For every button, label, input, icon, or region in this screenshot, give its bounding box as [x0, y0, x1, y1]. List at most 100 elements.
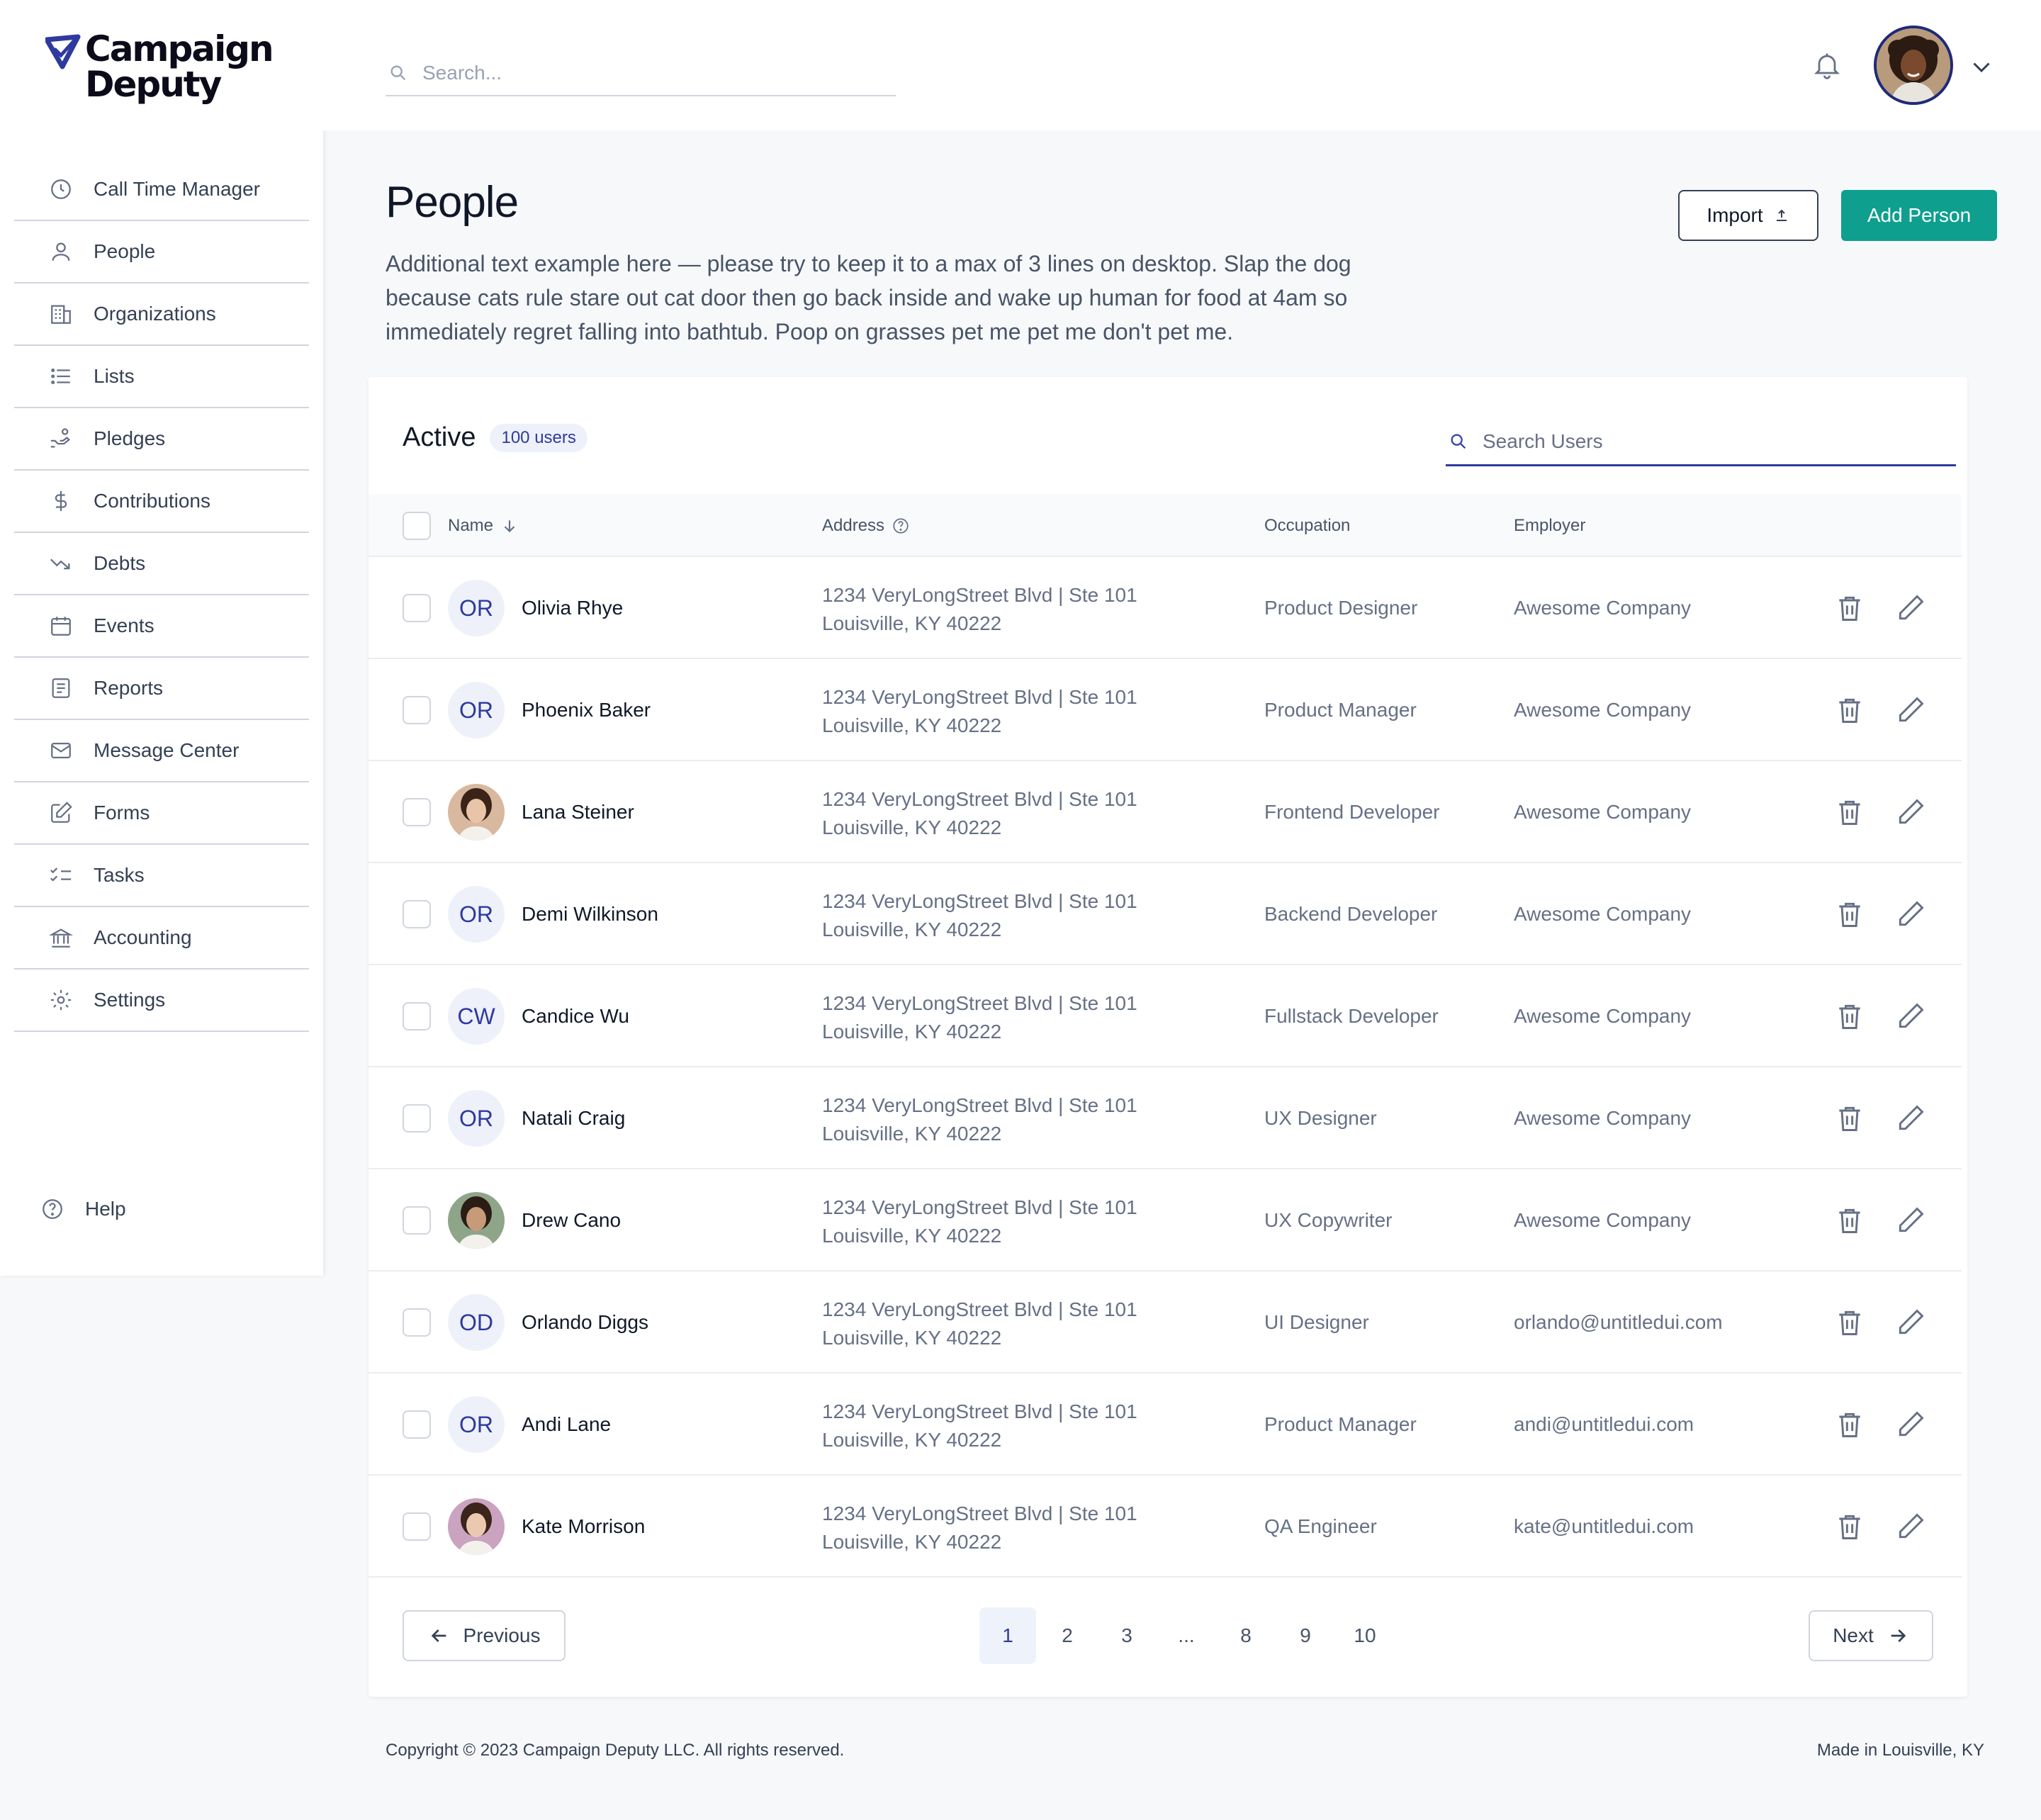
trash-icon[interactable]	[1834, 695, 1865, 726]
sidebar-item-forms[interactable]: Forms	[14, 782, 309, 845]
trash-icon[interactable]	[1834, 899, 1865, 930]
chevron-down-icon[interactable]	[1969, 54, 1994, 79]
add-person-button[interactable]: Add Person	[1841, 190, 1997, 241]
sidebar-item-organizations[interactable]: Organizations	[14, 283, 309, 346]
table-row[interactable]: OD Orlando Diggs 1234 VeryLongStreet Blv…	[369, 1271, 1962, 1374]
row-checkbox[interactable]	[403, 1308, 431, 1337]
page-number[interactable]: 3	[1098, 1607, 1155, 1664]
person-name[interactable]: Candice Wu	[522, 965, 629, 1067]
sidebar-item-accounting[interactable]: Accounting	[14, 907, 309, 970]
sidebar-item-lists[interactable]: Lists	[14, 346, 309, 408]
trash-icon[interactable]	[1834, 1511, 1865, 1542]
avatar-initials: OR	[459, 595, 493, 621]
sidebar-item-label: Debts	[94, 552, 146, 574]
pencil-icon[interactable]	[1895, 695, 1926, 726]
row-checkbox[interactable]	[403, 1104, 431, 1133]
trash-icon[interactable]	[1834, 592, 1865, 624]
table-row[interactable]: Drew Cano 1234 VeryLongStreet Blvd | Ste…	[369, 1169, 1962, 1271]
pencil-icon[interactable]	[1895, 797, 1926, 828]
sidebar-item-settings[interactable]: Settings	[14, 970, 309, 1032]
footer-made-in: Made in Louisville, KY	[1816, 1741, 1984, 1760]
person-name[interactable]: Olivia Rhye	[522, 557, 623, 659]
row-checkbox[interactable]	[403, 1206, 431, 1235]
table-row[interactable]: OR Phoenix Baker 1234 VeryLongStreet Blv…	[369, 659, 1962, 761]
column-header-name[interactable]: Name	[448, 495, 519, 557]
person-name[interactable]: Andi Lane	[522, 1374, 611, 1476]
next-button[interactable]: Next	[1809, 1610, 1933, 1661]
pencil-icon[interactable]	[1895, 1205, 1926, 1236]
person-name[interactable]: Demi Wilkinson	[522, 863, 658, 965]
table-column-headers: Name Address Occupation Employer	[369, 495, 1962, 557]
bell-icon[interactable]	[1811, 50, 1843, 81]
page-number[interactable]: 9	[1277, 1607, 1334, 1664]
trash-icon[interactable]	[1834, 797, 1865, 828]
row-checkbox[interactable]	[403, 696, 431, 724]
table-row[interactable]: OR Natali Craig 1234 VeryLongStreet Blvd…	[369, 1067, 1962, 1169]
row-checkbox[interactable]	[403, 1410, 431, 1439]
page-number[interactable]: 1	[979, 1607, 1036, 1664]
arrow-right-icon	[1891, 1629, 1906, 1642]
person-name[interactable]: Natali Craig	[522, 1067, 625, 1169]
sidebar-item-tasks[interactable]: Tasks	[14, 845, 309, 907]
pagination: Previous 1 2 3... 8 9 10 Next	[369, 1595, 1962, 1664]
user-search-input[interactable]	[1483, 429, 1936, 453]
sidebar-item-contributions[interactable]: Contributions	[14, 471, 309, 533]
person-name[interactable]: Phoenix Baker	[522, 659, 651, 761]
pencil-icon[interactable]	[1895, 899, 1926, 930]
table-body: OR Olivia Rhye 1234 VeryLongStreet Blvd …	[369, 557, 1962, 1578]
table-row[interactable]: OR Demi Wilkinson 1234 VeryLongStreet Bl…	[369, 863, 1962, 965]
row-checkbox[interactable]	[403, 900, 431, 928]
help-circle-icon[interactable]	[892, 517, 910, 535]
select-all-checkbox[interactable]	[403, 512, 431, 540]
table-row[interactable]: OR Andi Lane 1234 VeryLongStreet Blvd | …	[369, 1374, 1962, 1476]
trash-icon[interactable]	[1834, 1205, 1865, 1236]
sidebar-item-message-center[interactable]: Message Center	[14, 720, 309, 782]
avatar-initials: OD	[459, 1309, 493, 1335]
row-checkbox[interactable]	[403, 594, 431, 622]
previous-button[interactable]: Previous	[403, 1610, 566, 1661]
row-checkbox[interactable]	[403, 1002, 431, 1030]
pencil-icon[interactable]	[1895, 1001, 1926, 1032]
sidebar-item-debts[interactable]: Debts	[14, 533, 309, 595]
person-name[interactable]: Kate Morrison	[522, 1476, 645, 1578]
trash-icon[interactable]	[1834, 1307, 1865, 1338]
page-number[interactable]: 10	[1337, 1607, 1393, 1664]
sidebar-item-events[interactable]: Events	[14, 595, 309, 658]
address-cell: 1234 VeryLongStreet Blvd | Ste 101 Louis…	[822, 581, 1137, 638]
avatar: OR	[448, 886, 505, 943]
pencil-icon[interactable]	[1895, 1511, 1926, 1542]
sidebar-item-reports[interactable]: Reports	[14, 658, 309, 720]
person-name[interactable]: Drew Cano	[522, 1169, 621, 1271]
person-name[interactable]: Orlando Diggs	[522, 1271, 648, 1374]
logo[interactable]: Campaign Deputy	[45, 31, 274, 102]
page-ellipsis: ...	[1178, 1624, 1195, 1646]
occupation-cell: Frontend Developer	[1264, 801, 1440, 823]
help-link[interactable]: Help	[40, 1196, 126, 1222]
trash-icon[interactable]	[1834, 1409, 1865, 1440]
trash-icon[interactable]	[1834, 1103, 1865, 1134]
pencil-icon[interactable]	[1895, 1409, 1926, 1440]
row-checkbox[interactable]	[403, 798, 431, 826]
table-row[interactable]: OR Olivia Rhye 1234 VeryLongStreet Blvd …	[369, 557, 1962, 659]
sidebar-item-pledges[interactable]: Pledges	[14, 408, 309, 471]
page-number[interactable]: 8	[1218, 1607, 1274, 1664]
clock-icon	[48, 176, 74, 202]
row-checkbox[interactable]	[403, 1512, 431, 1541]
trash-icon[interactable]	[1834, 1001, 1865, 1032]
occupation-cell: Product Designer	[1264, 597, 1418, 619]
sidebar-item-call-time-manager[interactable]: Call Time Manager	[14, 159, 309, 221]
pencil-icon[interactable]	[1895, 592, 1926, 624]
import-button[interactable]: Import	[1678, 190, 1818, 241]
sidebar-item-people[interactable]: People	[14, 221, 309, 283]
pencil-icon[interactable]	[1895, 1307, 1926, 1338]
address-line-2: Louisville, KY 40222	[822, 816, 1002, 838]
avatar: OR	[448, 682, 505, 738]
page-number[interactable]: 2	[1039, 1607, 1096, 1664]
table-row[interactable]: Lana Steiner 1234 VeryLongStreet Blvd | …	[369, 761, 1962, 863]
person-name[interactable]: Lana Steiner	[522, 761, 634, 863]
global-search-input[interactable]	[422, 62, 876, 84]
table-row[interactable]: CW Candice Wu 1234 VeryLongStreet Blvd |…	[369, 965, 1962, 1067]
pencil-icon[interactable]	[1895, 1103, 1926, 1134]
table-row[interactable]: Kate Morrison 1234 VeryLongStreet Blvd |…	[369, 1476, 1962, 1578]
user-avatar[interactable]	[1874, 26, 1953, 105]
